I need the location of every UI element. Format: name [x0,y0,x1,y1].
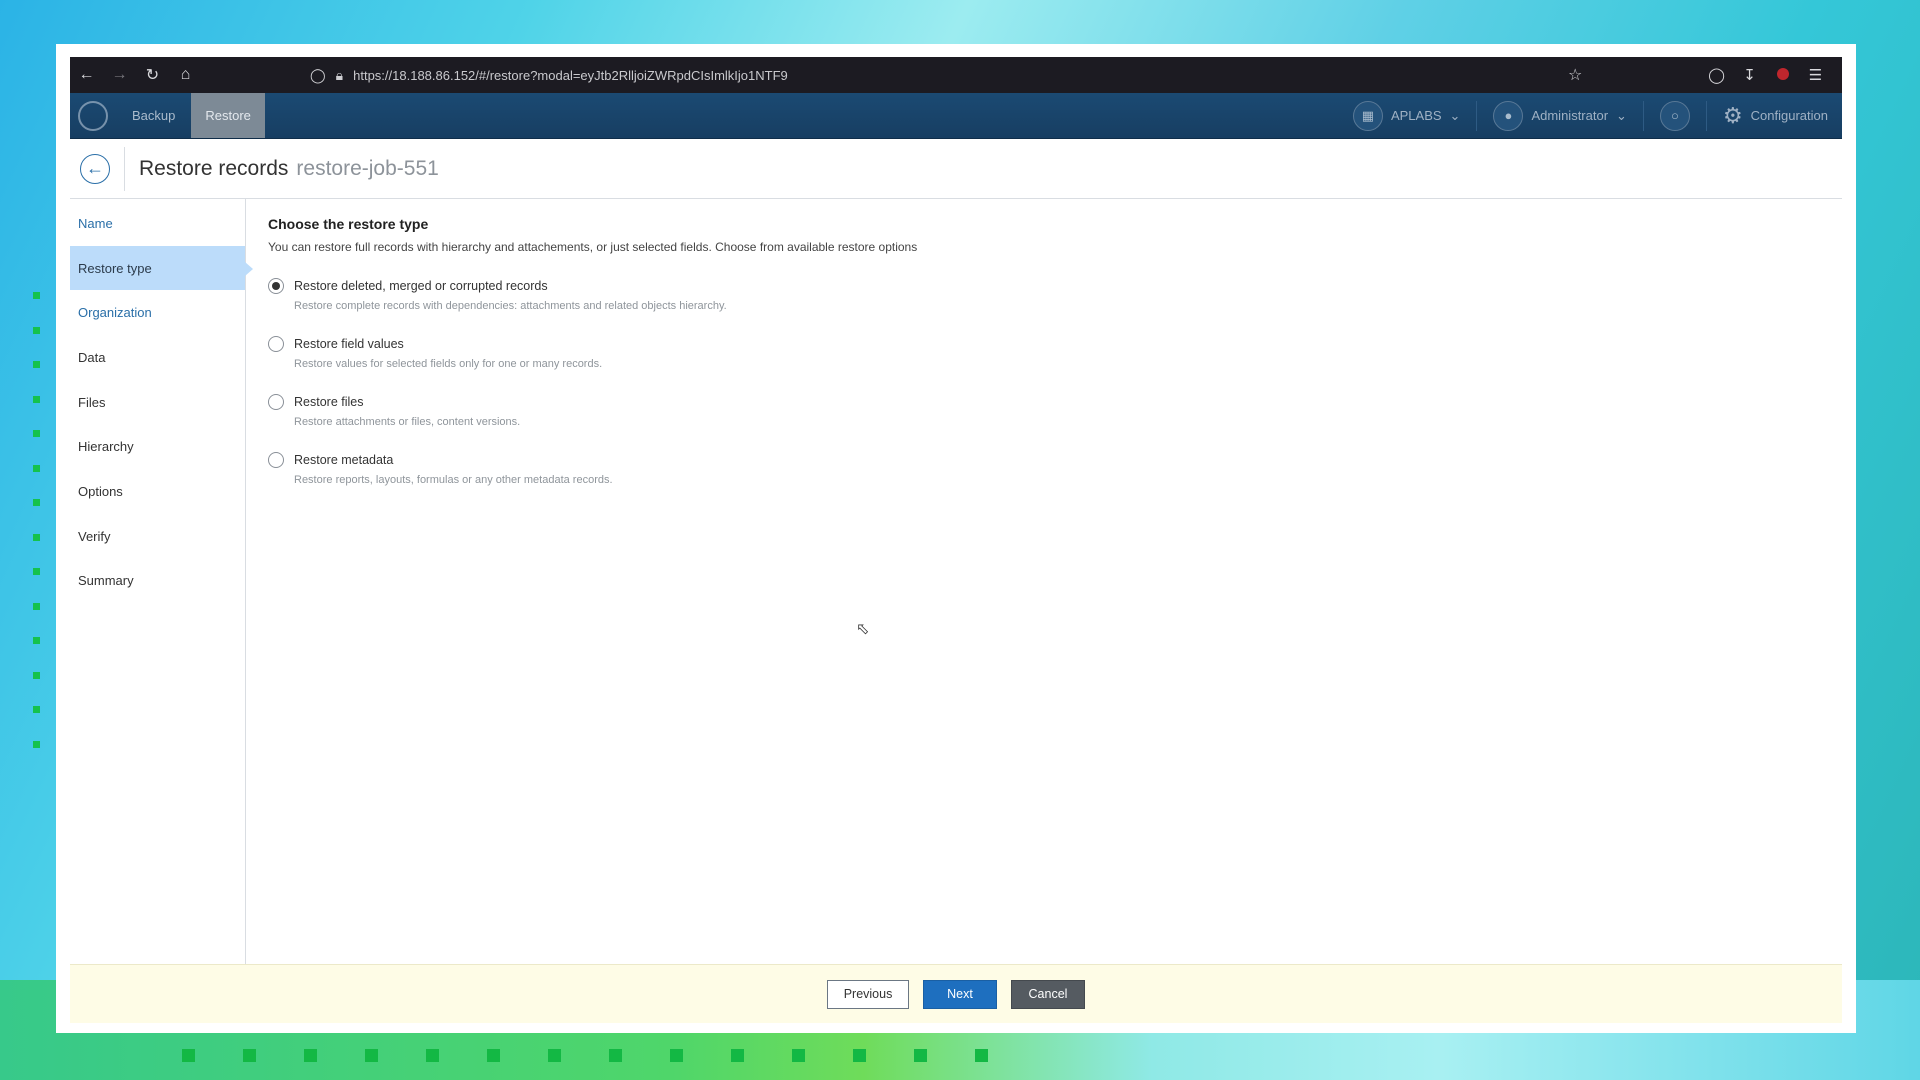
user-avatar-icon: ● [1493,100,1524,131]
step-hierarchy: Hierarchy [78,439,134,455]
option-description: Restore values for selected fields only … [294,358,603,370]
divider [1705,100,1707,131]
gear-icon: ⚙ [1722,102,1743,128]
back-button[interactable]: ← [80,153,110,184]
wizard-footer: Previous Next Cancel [70,964,1842,1023]
radio-restore-field-values[interactable] [268,336,284,352]
option-label[interactable]: Restore files [294,395,363,409]
nav-backup[interactable]: Backup [116,93,191,138]
section-description: You can restore full records with hierar… [268,240,918,254]
step-restore-type[interactable]: Restore type [70,245,253,291]
divider [124,146,125,191]
step-summary: Summary [78,573,134,589]
reload-icon[interactable]: ↻ [136,65,169,85]
option-description: Restore reports, layouts, formulas or an… [294,474,613,486]
wizard-steps: Name Restore type Organization Data File… [70,199,253,964]
option-restore-field-values[interactable]: Restore field values Restore values for … [268,336,1820,370]
home-icon[interactable]: ⌂ [169,66,202,84]
hamburger-menu-icon[interactable]: ☰ [1799,66,1832,84]
building-icon: ▦ [1352,100,1383,131]
configuration-button[interactable]: ⚙ Configuration [1715,103,1836,129]
org-label: APLABS [1390,108,1442,123]
job-name: restore-job-551 [296,156,439,180]
lock-icon[interactable]: 🔒︎ [336,67,343,84]
next-button[interactable]: Next [923,979,997,1009]
url-text[interactable]: https://18.188.86.152/#/restore?modal=ey… [353,68,788,83]
option-label[interactable]: Restore field values [294,337,404,351]
step-files: Files [78,394,106,410]
decorative-dots-left [33,292,41,775]
page-title: Restore records [139,156,289,180]
wizard-body: Name Restore type Organization Data File… [70,199,1842,964]
divider [1476,100,1478,131]
browser-window: ← → ↻ ⌂ ◯ 🔒︎ https://18.188.86.152/#/res… [70,57,1842,1023]
option-label[interactable]: Restore deleted, merged or corrupted rec… [294,279,548,293]
org-selector[interactable]: ▦ APLABS ⌄ [1345,100,1469,131]
option-label[interactable]: Restore metadata [294,453,393,467]
chevron-down-icon: ⌄ [1616,107,1627,123]
option-restore-records[interactable]: Restore deleted, merged or corrupted rec… [268,278,1820,312]
page-title-bar: ← Restore records restore-job-551 [70,139,1842,199]
step-data: Data [78,349,106,365]
star-icon[interactable]: ☆ [1568,65,1582,85]
option-description: Restore attachments or files, content ve… [294,416,521,428]
section-heading: Choose the restore type [268,216,429,232]
download-icon[interactable]: ↧ [1733,66,1766,84]
step-options: Options [78,483,123,499]
radio-restore-metadata[interactable] [268,452,284,468]
option-restore-files[interactable]: Restore files Restore attachments or fil… [268,394,1820,428]
previous-button[interactable]: Previous [827,979,909,1009]
app-header: Backup Restore ▦ APLABS ⌄ ● Administrato… [70,93,1842,139]
arrow-left-icon: ← [86,158,104,178]
ublock-icon[interactable] [1766,67,1799,84]
browser-toolbar: ← → ↻ ⌂ ◯ 🔒︎ https://18.188.86.152/#/res… [70,57,1842,93]
restore-type-panel: Choose the restore type You can restore … [246,199,1842,964]
divider [1642,100,1644,131]
bell-icon: ○ [1659,100,1690,131]
shield-icon[interactable]: ◯ [310,67,326,84]
mouse-cursor-icon: ⬁ [856,621,870,638]
step-name[interactable]: Name [70,201,245,246]
chevron-down-icon: ⌄ [1449,107,1461,123]
user-label: Administrator [1531,108,1609,123]
notifications-button[interactable]: ○ [1652,100,1698,131]
option-description: Restore complete records with dependenci… [294,300,727,312]
step-verify: Verify [78,528,111,544]
option-restore-metadata[interactable]: Restore metadata Restore reports, layout… [268,452,1820,486]
nav-restore[interactable]: Restore [191,93,265,138]
browser-right-icons: ◯ ↧ ☰ [1700,57,1832,93]
user-menu[interactable]: ● Administrator ⌄ [1485,100,1634,131]
config-label: Configuration [1750,108,1828,123]
cancel-button[interactable]: Cancel [1011,979,1085,1009]
app-logo[interactable] [70,93,116,138]
radio-restore-records[interactable] [268,278,284,294]
radio-restore-files[interactable] [268,394,284,410]
address-bar[interactable]: ◯ 🔒︎ https://18.188.86.152/#/restore?mod… [310,61,1650,89]
pocket-icon[interactable]: ◯ [1700,66,1733,84]
header-right: ▦ APLABS ⌄ ● Administrator ⌄ ○ ⚙ Configu… [1345,93,1836,138]
forward-arrow-icon[interactable]: → [103,66,136,84]
back-arrow-icon[interactable]: ← [70,66,103,84]
decorative-dots-bottom [182,1049,1036,1063]
step-organization[interactable]: Organization [70,290,245,335]
